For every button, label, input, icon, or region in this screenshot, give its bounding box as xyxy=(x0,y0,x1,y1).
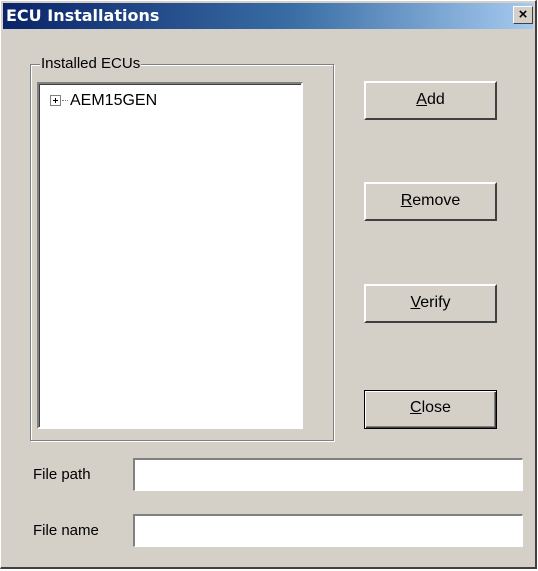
add-mnemonic: A xyxy=(416,91,427,108)
window-title: ECU Installations xyxy=(6,6,160,25)
ecu-tree-view[interactable]: AEM15GEN xyxy=(37,82,303,429)
add-button[interactable]: Add xyxy=(364,81,497,120)
add-label: dd xyxy=(426,91,445,108)
verify-mnemonic: V xyxy=(410,294,421,311)
remove-mnemonic: R xyxy=(400,192,413,209)
remove-label: emove xyxy=(412,192,461,209)
installed-ecus-label: Installed ECUs xyxy=(40,55,142,72)
title-bar: ECU Installations × xyxy=(3,3,533,29)
verify-button[interactable]: Verify xyxy=(364,284,497,323)
remove-button[interactable]: Remove xyxy=(364,182,497,221)
file-name-label: File name xyxy=(33,522,99,539)
expand-plus-icon[interactable] xyxy=(50,95,61,106)
tree-connector xyxy=(62,100,68,102)
file-name-input[interactable] xyxy=(133,514,523,547)
close-icon: × xyxy=(518,6,528,23)
file-path-input[interactable] xyxy=(133,458,523,491)
close-mnemonic: C xyxy=(410,399,422,416)
ecu-installations-dialog: ECU Installations × Installed ECUs AEM15… xyxy=(0,0,537,569)
tree-inner-frame: AEM15GEN xyxy=(39,84,301,427)
verify-label: erify xyxy=(420,294,451,311)
installed-ecus-group: Installed ECUs AEM15GEN xyxy=(30,55,334,441)
tree-item-label: AEM15GEN xyxy=(70,92,158,109)
close-window-button[interactable]: × xyxy=(513,6,533,24)
close-label: lose xyxy=(421,399,451,416)
close-button[interactable]: Close xyxy=(364,390,497,429)
tree-item-aem15gen[interactable]: AEM15GEN xyxy=(50,92,157,110)
file-path-label: File path xyxy=(33,466,91,483)
